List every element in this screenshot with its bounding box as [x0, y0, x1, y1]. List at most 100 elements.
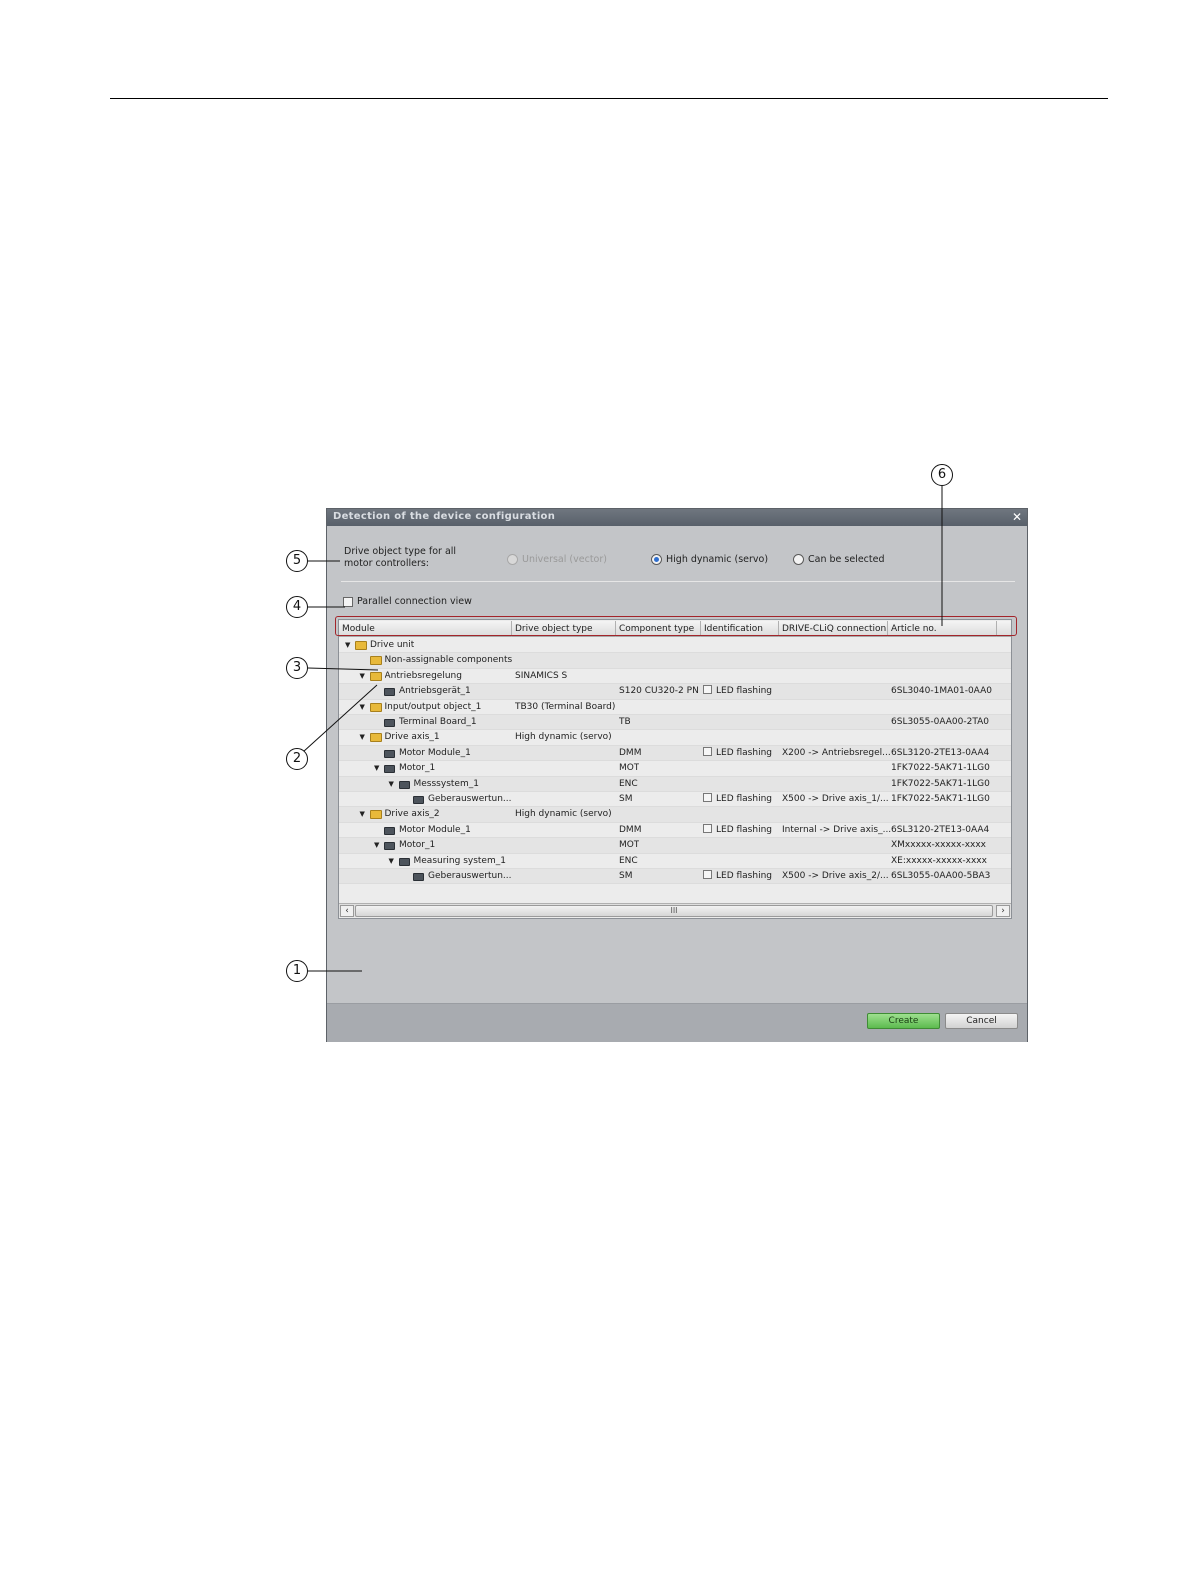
callout-6: 6	[931, 464, 953, 486]
expand-arrow-icon[interactable]: ▼	[389, 777, 397, 792]
expand-arrow-icon[interactable]: ▼	[360, 807, 368, 822]
table-row[interactable]: ▼ Antriebsregelung SINAMICS S	[339, 669, 1011, 685]
module-icon	[413, 873, 424, 881]
cell-component-type: MOT	[619, 763, 640, 774]
cell-drive-object-type: SINAMICS S	[515, 670, 568, 681]
table-row[interactable]: ▼ Messsystem_1 ENC 1FK7022-5AK71-1LG0	[339, 776, 1011, 792]
cell-module: Messsystem_1	[413, 778, 479, 789]
table-row[interactable]: Non-assignable components	[339, 653, 1011, 669]
radio-can-be-selected[interactable]: Can be selected	[793, 552, 885, 566]
cell-module: Drive unit	[370, 640, 415, 650]
led-flashing-checkbox[interactable]: LED flashing	[703, 792, 772, 807]
folder-icon	[369, 702, 382, 712]
cell-article-no: 1FK7022-5AK71-1LG0	[891, 778, 990, 789]
table-row[interactable]: ▼ Motor_1 MOT XMxxxxx-xxxxx-xxxx	[339, 838, 1011, 854]
cell-drive-cliq-connection: Internal -> Drive axis_...	[782, 824, 892, 835]
cell-module: Antriebsregelung	[384, 670, 462, 681]
parallel-connection-view-checkbox[interactable]: Parallel connection view	[343, 596, 472, 607]
checkbox-icon	[703, 793, 712, 802]
cell-article-no: 1FK7022-5AK71-1LG0	[891, 763, 990, 774]
cell-component-type: SM	[619, 871, 633, 881]
module-icon	[398, 780, 410, 789]
folder-icon	[369, 733, 382, 743]
module-icon	[384, 719, 395, 727]
table-row[interactable]: Antriebsgerät_1 S120 CU320-2 PN 6SL3040-1M…	[339, 684, 1011, 700]
cell-drive-cliq-connection: X500 -> Drive axis_1/...	[782, 794, 889, 804]
folder-icon	[369, 810, 382, 820]
led-flashing-checkbox[interactable]: LED flashing	[703, 869, 772, 884]
table-row[interactable]: ▼ Drive unit	[339, 638, 1011, 654]
cell-module: Measuring system_1	[413, 855, 506, 866]
radio-universal-vector[interactable]: Universal (vector)	[507, 552, 607, 566]
led-flashing-checkbox[interactable]: LED flashing	[703, 684, 772, 699]
checkbox-icon	[703, 870, 712, 879]
radio-circle-icon	[651, 553, 662, 565]
callout-4: 4	[286, 596, 308, 618]
table-row[interactable]: ▼ Measuring system_1 ENC XE:xxxxx-xxxxx-xxx…	[339, 854, 1011, 869]
table-row[interactable]: ▼ Motor_1 MOT 1FK7022-5AK71-1LG0	[339, 761, 1011, 777]
expand-arrow-icon[interactable]: ▼	[345, 638, 353, 653]
cell-module: Geberauswertun...	[428, 871, 512, 881]
module-icon	[398, 857, 410, 866]
cell-drive-object-type: TB30 (Terminal Board)	[515, 701, 616, 712]
checkbox-icon	[703, 685, 712, 695]
cell-drive-cliq-connection: X500 -> Drive axis_2/...	[782, 871, 889, 881]
led-flashing-checkbox[interactable]: LED flashing	[703, 823, 772, 838]
scroll-left-icon[interactable]: ‹	[340, 905, 354, 917]
table-row[interactable]: ▼ Drive axis_2 High dynamic (servo)	[339, 807, 1011, 823]
expand-arrow-icon[interactable]: ▼	[360, 700, 368, 715]
radio-high-dynamic-servo[interactable]: High dynamic (servo)	[651, 552, 768, 566]
cell-module: Terminal Board_1	[399, 717, 477, 727]
expand-arrow-icon[interactable]: ▼	[389, 854, 397, 869]
create-button[interactable]: Create	[867, 1013, 940, 1029]
table-row[interactable]: Geberauswertun... SM X500 -> Drive axis_1/…	[339, 792, 1011, 808]
cell-module: Motor Module_1	[399, 824, 471, 835]
folder-icon	[369, 671, 382, 681]
callout-5: 5	[286, 550, 308, 572]
expand-arrow-icon[interactable]: ▼	[374, 838, 382, 853]
horizontal-scrollbar[interactable]: ‹ III ›	[339, 903, 1011, 917]
radio-circle-icon	[507, 553, 518, 565]
cell-component-type: ENC	[619, 855, 638, 866]
radio-circle-icon	[793, 553, 804, 565]
scroll-right-icon[interactable]: ›	[996, 905, 1010, 917]
cell-component-type: TB	[619, 717, 631, 727]
cell-module: Non-assignable components	[384, 655, 513, 666]
cell-component-type: DMM	[619, 824, 642, 835]
callout-2: 2	[286, 748, 308, 770]
cell-module: Drive axis_1	[384, 732, 440, 743]
cell-article-no: XMxxxxx-xxxxx-xxxx	[891, 840, 986, 851]
module-icon	[384, 688, 395, 697]
cell-article-no: 6SL3055-0AA00-2TA0	[891, 717, 990, 727]
drive-type-label: Drive object type for all motor controll…	[344, 546, 457, 569]
table-row[interactable]: ▼ Input/output object_1 TB30 (Terminal Boa…	[339, 700, 1011, 715]
expand-arrow-icon[interactable]: ▼	[360, 669, 368, 684]
identification-label: LED flashing	[716, 794, 772, 804]
table-row[interactable]: Motor Module_1 DMM X200 -> Antriebsregel..…	[339, 745, 1011, 762]
led-flashing-checkbox[interactable]: LED flashing	[703, 746, 772, 761]
cell-module: Motor_1	[399, 840, 436, 851]
cell-component-type: ENC	[619, 778, 638, 789]
table-row[interactable]: ▼ Drive axis_1 High dynamic (servo)	[339, 730, 1011, 746]
folder-warning-icon	[369, 656, 382, 666]
folder-icon	[355, 641, 367, 650]
module-icon	[413, 796, 424, 804]
table-row[interactable]: Motor Module_1 DMM Internal -> Drive axis_…	[339, 823, 1011, 839]
cell-module: Drive axis_2	[384, 809, 440, 820]
cell-component-type: MOT	[619, 840, 640, 851]
scroll-thumb[interactable]: III	[355, 905, 993, 917]
expand-arrow-icon[interactable]: ▼	[360, 730, 368, 745]
table-row[interactable]: Terminal Board_1 TB 6SL3055-0AA00-2TA0	[339, 715, 1011, 731]
close-icon[interactable]: ✕	[1009, 510, 1025, 525]
device-configuration-dialog: Detection of the device configuration ✕ …	[326, 508, 1028, 1042]
identification-label: LED flashing	[716, 747, 772, 758]
cell-article-no: 6SL3055-0AA00-5BA3	[891, 871, 991, 881]
cell-module: Antriebsgerät_1	[399, 686, 471, 697]
cell-article-no: 6SL3120-2TE13-0AA4	[891, 824, 990, 835]
cancel-button[interactable]: Cancel	[945, 1013, 1018, 1029]
table-row[interactable]: Geberauswertun... SM X500 -> Drive axis_2/…	[339, 869, 1011, 885]
cell-drive-object-type: High dynamic (servo)	[515, 809, 612, 820]
expand-arrow-icon[interactable]: ▼	[374, 761, 382, 776]
cell-article-no: XE:xxxxx-xxxxx-xxxx	[891, 855, 987, 866]
cell-article-no: 1FK7022-5AK71-1LG0	[891, 794, 990, 804]
